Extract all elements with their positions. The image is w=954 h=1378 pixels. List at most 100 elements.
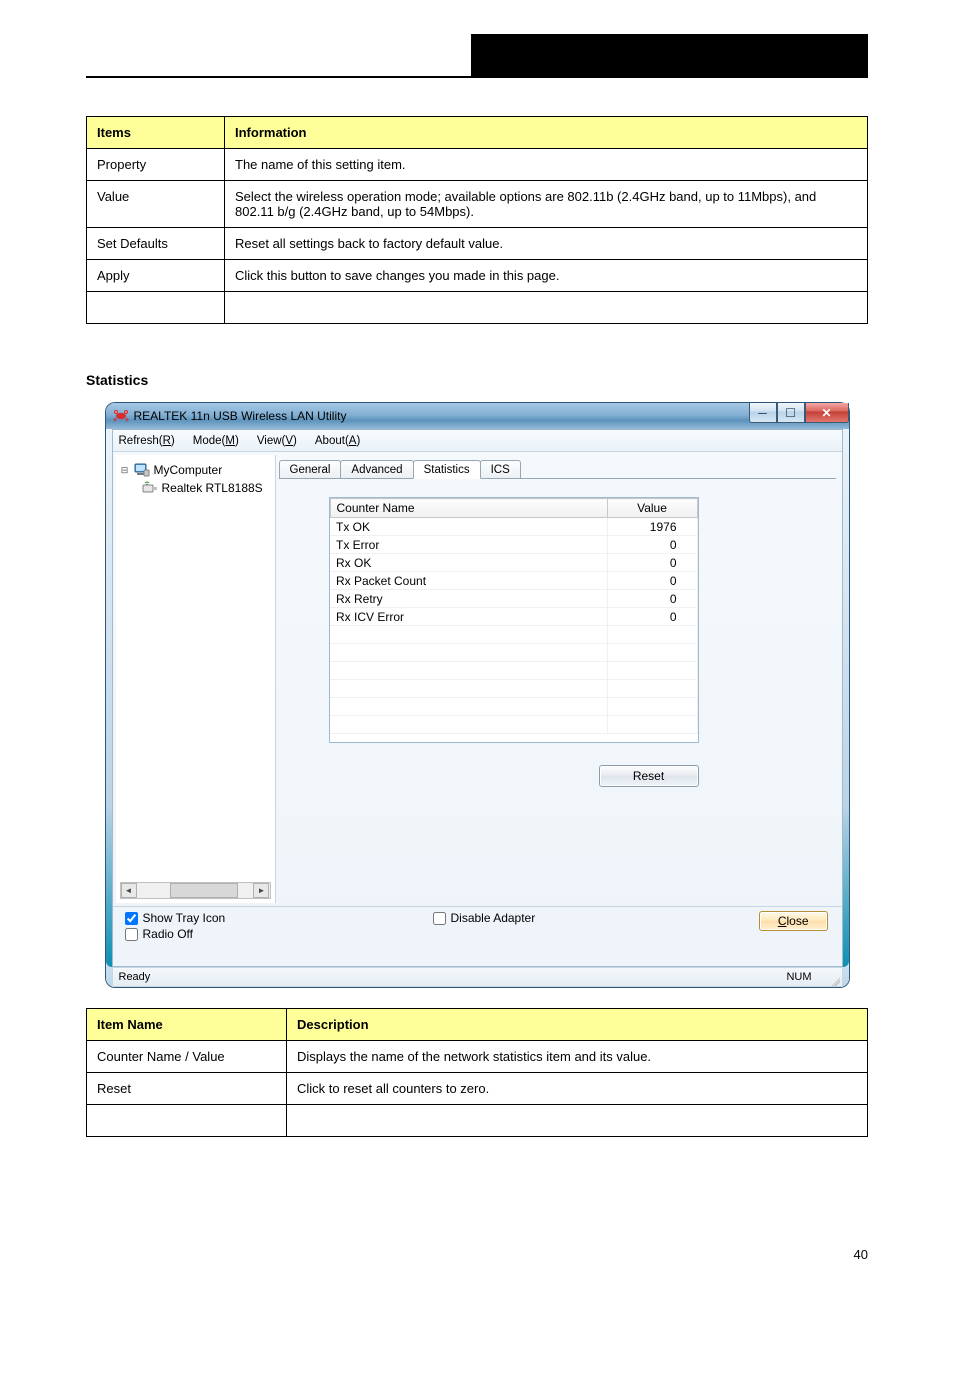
- table-row: ValueSelect the wireless operation mode;…: [87, 181, 868, 228]
- stats-value-cell: 0: [607, 572, 697, 590]
- header-section-title: Chapter 3 | Software Utilities: [86, 58, 263, 74]
- tab-statistics[interactable]: Statistics: [413, 460, 481, 479]
- bottom-checkbox-bar: Show Tray Icon Radio Off Disable Adapter…: [113, 906, 842, 946]
- table-cell-val: [225, 292, 868, 324]
- table-row: [87, 1105, 868, 1137]
- window-titlebar[interactable]: REALTEK 11n USB Wireless LAN Utility ─ ☐…: [106, 403, 849, 429]
- stats-col-value[interactable]: Value: [607, 499, 697, 518]
- scroll-left-icon[interactable]: ◄: [121, 883, 137, 898]
- disable-adapter-label: Disable Adapter: [451, 911, 536, 925]
- stats-value-cell: [607, 644, 697, 662]
- header-underline: [86, 76, 471, 78]
- stats-name-cell: Tx OK: [330, 518, 607, 536]
- radio-off-checkbox[interactable]: Radio Off: [125, 927, 226, 941]
- stats-name-cell: [330, 698, 607, 716]
- stats-name-cell: Rx Retry: [330, 590, 607, 608]
- tree-collapse-icon[interactable]: ⊟: [120, 465, 130, 476]
- advanced-settings-table: Items Information PropertyThe name of th…: [86, 116, 868, 324]
- disable-adapter-checkbox[interactable]: Disable Adapter: [433, 911, 536, 925]
- table-cell-key: Apply: [87, 260, 225, 292]
- menu-view[interactable]: View(V): [257, 435, 297, 447]
- stats-value-cell: [607, 626, 697, 644]
- tab-general[interactable]: General: [279, 460, 342, 478]
- t1-header-items: Items: [87, 117, 225, 149]
- show-tray-icon-checkbox[interactable]: Show Tray Icon: [125, 911, 226, 925]
- stats-name-cell: [330, 680, 607, 698]
- table-cell-key: [87, 292, 225, 324]
- show-tray-icon-label: Show Tray Icon: [143, 911, 226, 925]
- tab-advanced[interactable]: Advanced: [340, 460, 413, 478]
- status-bar: Ready NUM: [112, 967, 843, 987]
- status-left: Ready: [119, 971, 151, 983]
- close-button[interactable]: Close: [759, 911, 828, 931]
- list-item[interactable]: [330, 644, 697, 662]
- list-item[interactable]: [330, 698, 697, 716]
- adapter-icon: [142, 480, 158, 496]
- list-item[interactable]: Rx Packet Count0: [330, 572, 697, 590]
- statistics-description-table: Item Name Description Counter Name / Val…: [86, 1008, 868, 1137]
- tree-adapter[interactable]: Realtek RTL8188S: [140, 479, 273, 497]
- statistics-tab-body: Counter Name Value Tx OK1976Tx Error0Rx …: [279, 478, 836, 903]
- table-row: ResetClick to reset all counters to zero…: [87, 1073, 868, 1105]
- tree-horizontal-scrollbar[interactable]: ◄ ►: [120, 882, 271, 899]
- table-cell-val: Reset all settings back to factory defau…: [225, 228, 868, 260]
- realtek-crab-icon: [113, 407, 129, 425]
- table-row: PropertyThe name of this setting item.: [87, 149, 868, 181]
- stats-name-cell: [330, 644, 607, 662]
- page-number: 40: [0, 1247, 868, 1262]
- maximize-button[interactable]: ☐: [777, 403, 805, 423]
- menu-bar: Refresh(R) Mode(M) View(V) About(A): [113, 430, 842, 452]
- stats-name-cell: [330, 662, 607, 680]
- list-item[interactable]: Rx Retry0: [330, 590, 697, 608]
- list-item[interactable]: [330, 716, 697, 734]
- statistics-listview[interactable]: Counter Name Value Tx OK1976Tx Error0Rx …: [329, 497, 699, 743]
- menu-about[interactable]: About(A): [315, 435, 360, 447]
- computer-icon: [134, 462, 150, 478]
- radio-off-label: Radio Off: [143, 927, 193, 941]
- window-close-button[interactable]: ✕: [805, 403, 849, 423]
- tab-ics[interactable]: ICS: [480, 460, 521, 478]
- stats-value-cell: 1976: [607, 518, 697, 536]
- reset-button[interactable]: Reset: [599, 765, 699, 787]
- minimize-button[interactable]: ─: [749, 403, 777, 423]
- t2-header-desc: Description: [287, 1009, 868, 1041]
- list-item[interactable]: Tx OK1976: [330, 518, 697, 536]
- table-cell-val: Displays the name of the network statist…: [287, 1041, 868, 1073]
- section-title-statistics: Statistics: [86, 372, 868, 388]
- stats-value-cell: [607, 716, 697, 734]
- menu-refresh[interactable]: Refresh(R): [119, 435, 175, 447]
- table-cell-key: Value: [87, 181, 225, 228]
- table-row: Set DefaultsReset all settings back to f…: [87, 228, 868, 260]
- scroll-right-icon[interactable]: ►: [253, 883, 269, 898]
- screenshot-statistics-window: REALTEK 11n USB Wireless LAN Utility ─ ☐…: [105, 402, 850, 988]
- list-item[interactable]: Rx OK0: [330, 554, 697, 572]
- table-cell-val: Select the wireless operation mode; avai…: [225, 181, 868, 228]
- table-cell-key: Set Defaults: [87, 228, 225, 260]
- tree-root[interactable]: ⊟ MyComputer: [118, 461, 273, 479]
- list-item[interactable]: [330, 680, 697, 698]
- header-black-bar: Chapter 3 | Software Utilities: [471, 34, 868, 78]
- stats-name-cell: Rx ICV Error: [330, 608, 607, 626]
- stats-value-cell: [607, 698, 697, 716]
- list-item[interactable]: [330, 662, 697, 680]
- device-tree: ⊟ MyComputer Realtek RTL8188S: [116, 455, 276, 903]
- resize-grip-icon[interactable]: [826, 972, 840, 986]
- stats-name-cell: [330, 626, 607, 644]
- menu-mode[interactable]: Mode(M): [193, 435, 239, 447]
- window-title: REALTEK 11n USB Wireless LAN Utility: [134, 410, 347, 422]
- page-header: Chapter 3 | Software Utilities Chapter 3…: [86, 28, 868, 78]
- table-row: Counter Name / ValueDisplays the name of…: [87, 1041, 868, 1073]
- scrollbar-thumb[interactable]: [170, 883, 237, 898]
- list-item[interactable]: Rx ICV Error0: [330, 608, 697, 626]
- t1-header-info: Information: [225, 117, 868, 149]
- tree-root-label: MyComputer: [154, 463, 223, 477]
- stats-col-name[interactable]: Counter Name: [330, 499, 607, 518]
- stats-name-cell: Tx Error: [330, 536, 607, 554]
- table-cell-key: Counter Name / Value: [87, 1041, 287, 1073]
- list-item[interactable]: [330, 626, 697, 644]
- status-numlock: NUM: [786, 971, 811, 983]
- list-item[interactable]: Tx Error0: [330, 536, 697, 554]
- aero-frame-right: [843, 429, 849, 967]
- stats-value-cell: 0: [607, 554, 697, 572]
- t2-header-item: Item Name: [87, 1009, 287, 1041]
